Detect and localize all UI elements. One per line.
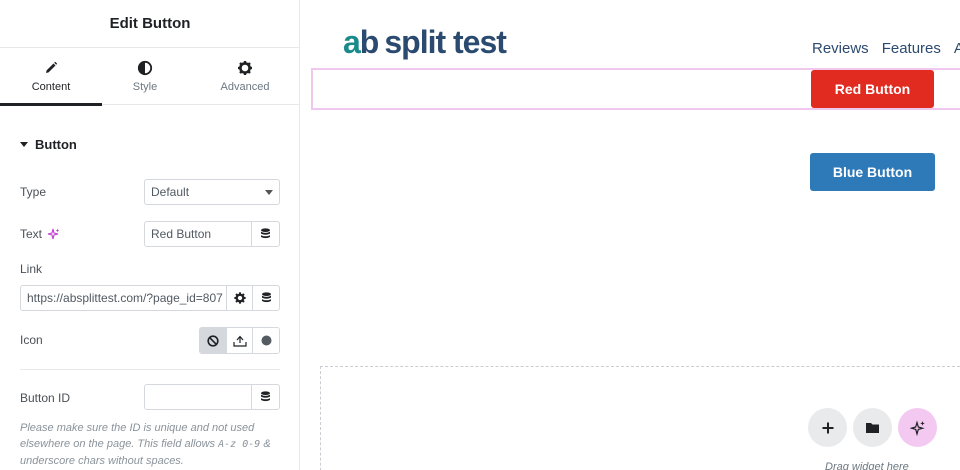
icon-library-option[interactable] bbox=[253, 328, 279, 353]
icon-choose-control bbox=[199, 327, 280, 354]
icon-upload-option[interactable] bbox=[226, 328, 254, 353]
type-label: Type bbox=[20, 185, 47, 199]
link-label: Link bbox=[20, 262, 43, 276]
help-text-code: A-z 0-9 bbox=[218, 439, 261, 450]
preview-canvas: ab split test Reviews Features A Red Butt… bbox=[301, 0, 960, 470]
tab-content[interactable]: Content bbox=[0, 48, 102, 106]
drag-widget-hint: Drag widget here bbox=[825, 461, 909, 470]
text-input[interactable]: Red Button bbox=[144, 221, 252, 247]
icon-label: Icon bbox=[20, 333, 43, 347]
logo-letter-b: b bbox=[359, 24, 380, 60]
panel-header: Edit Button bbox=[0, 0, 299, 48]
nav-item-truncated[interactable]: A bbox=[954, 40, 960, 57]
gear-icon bbox=[233, 292, 246, 304]
add-section-button[interactable] bbox=[808, 408, 847, 447]
type-select-value: Default bbox=[151, 185, 190, 199]
add-template-button[interactable] bbox=[853, 408, 892, 447]
upload-icon bbox=[232, 335, 247, 347]
nav-item-features[interactable]: Features bbox=[882, 40, 941, 57]
circle-icon bbox=[261, 335, 272, 346]
logo-text: split test bbox=[384, 24, 507, 60]
button-id-label: Button ID bbox=[20, 391, 71, 405]
caret-down-icon bbox=[20, 142, 28, 147]
tab-label: Content bbox=[31, 81, 71, 93]
type-select[interactable]: Default bbox=[144, 179, 280, 205]
text-label-row: Text bbox=[20, 227, 60, 241]
half-circle-icon bbox=[137, 60, 153, 76]
button-id-help-text: Please make sure the ID is unique and no… bbox=[20, 420, 282, 469]
blue-button[interactable]: Blue Button bbox=[810, 153, 935, 191]
chevron-down-icon bbox=[265, 189, 273, 195]
divider bbox=[20, 369, 280, 370]
editor-panel: Edit Button Content Style Advanced Butto… bbox=[0, 0, 300, 470]
link-input[interactable]: https://absplittest.com/?page_id=807 bbox=[20, 285, 227, 311]
site-logo[interactable]: ab split test bbox=[343, 22, 507, 62]
link-input-value: https://absplittest.com/?page_id=807 bbox=[27, 291, 223, 305]
panel-tabs: Content Style Advanced bbox=[0, 48, 299, 106]
gear-icon bbox=[237, 60, 253, 76]
tab-advanced[interactable]: Advanced bbox=[195, 48, 295, 105]
dynamic-tags-button[interactable] bbox=[251, 221, 280, 247]
ai-assistant-button[interactable] bbox=[898, 408, 937, 447]
site-nav: Reviews Features A bbox=[812, 40, 960, 57]
tab-label: Advanced bbox=[220, 81, 270, 93]
dynamic-tags-button[interactable] bbox=[251, 384, 280, 410]
section-title: Button bbox=[35, 137, 77, 152]
database-icon bbox=[261, 292, 272, 304]
red-button[interactable]: Red Button bbox=[811, 70, 934, 108]
section-toggle-button[interactable]: Button bbox=[20, 137, 77, 152]
database-icon bbox=[260, 228, 271, 240]
link-options-button[interactable] bbox=[226, 285, 253, 311]
tab-style[interactable]: Style bbox=[95, 48, 195, 105]
folder-icon bbox=[865, 421, 880, 434]
ai-sparkle-icon bbox=[909, 419, 926, 436]
pencil-icon bbox=[43, 60, 59, 76]
ban-icon bbox=[207, 334, 219, 347]
panel-title: Edit Button bbox=[109, 15, 191, 32]
logo-letter-a: a bbox=[343, 24, 361, 60]
plus-icon bbox=[821, 421, 835, 435]
dynamic-tags-button[interactable] bbox=[252, 285, 280, 311]
nav-item-reviews[interactable]: Reviews bbox=[812, 40, 869, 57]
button-id-input[interactable] bbox=[144, 384, 252, 410]
icon-none-option[interactable] bbox=[200, 328, 227, 353]
text-label: Text bbox=[20, 227, 43, 241]
text-input-value: Red Button bbox=[151, 227, 212, 241]
database-icon bbox=[260, 391, 271, 403]
ai-sparkle-icon[interactable] bbox=[47, 228, 60, 241]
tab-label: Style bbox=[132, 81, 158, 93]
